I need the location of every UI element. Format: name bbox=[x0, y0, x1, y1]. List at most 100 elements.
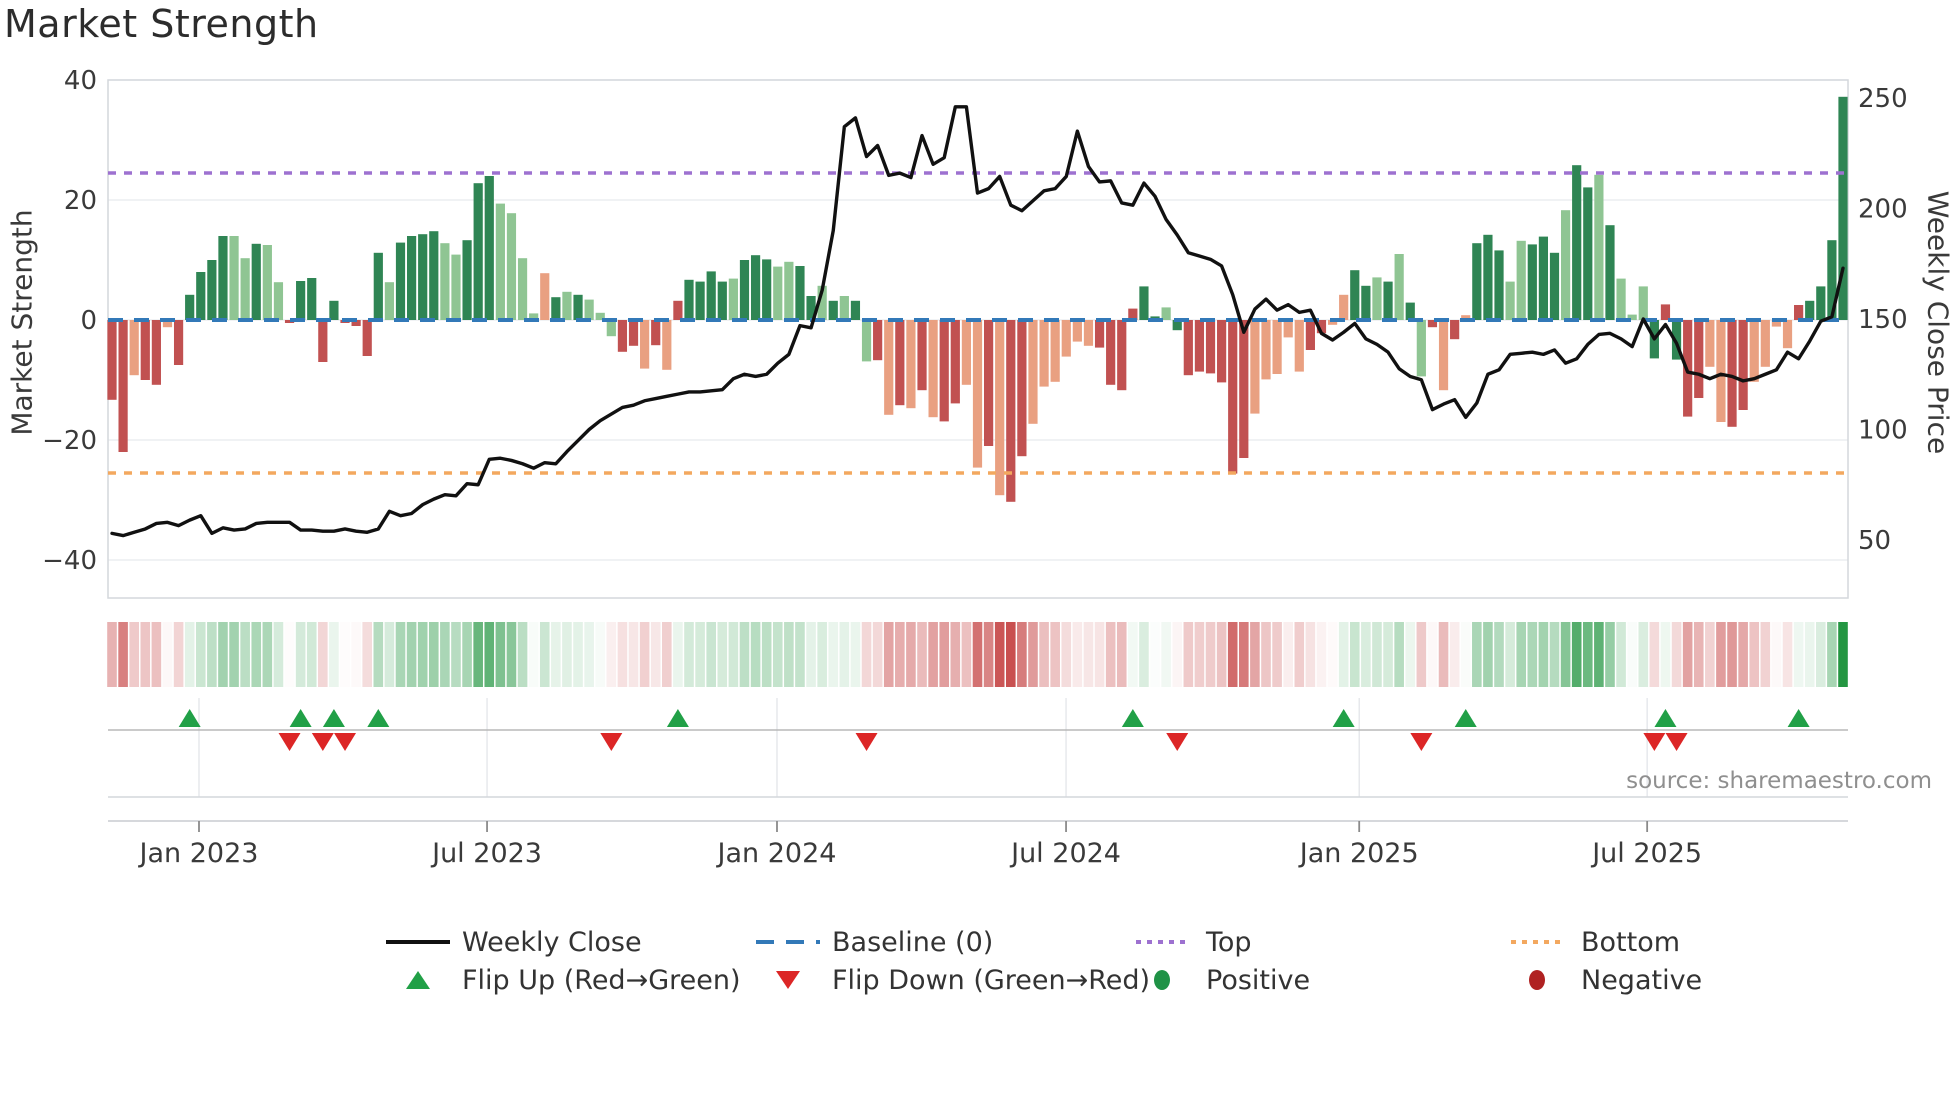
strength-bar bbox=[861, 320, 872, 362]
dot-purple-icon bbox=[1130, 931, 1194, 953]
legend-item-tri-up: Flip Up (Red→Green) bbox=[386, 963, 741, 997]
strength-bar bbox=[995, 320, 1005, 496]
heatmap-cell bbox=[218, 622, 228, 687]
strength-bar bbox=[773, 266, 783, 320]
heatmap-cell bbox=[473, 622, 483, 687]
strength-bar bbox=[1028, 320, 1038, 424]
strength-bar bbox=[1605, 225, 1615, 320]
heatmap-cell bbox=[395, 622, 406, 687]
line-black-icon bbox=[386, 931, 450, 953]
right-tick-label: 150 bbox=[1858, 305, 1908, 335]
strength-bar bbox=[617, 320, 628, 352]
heatmap-strip bbox=[107, 622, 1848, 687]
heatmap-cell bbox=[1449, 622, 1460, 687]
heatmap-cell bbox=[1072, 622, 1083, 687]
heatmap-cell bbox=[1671, 622, 1682, 687]
strength-bar bbox=[107, 320, 117, 400]
right-tick-label: 250 bbox=[1858, 84, 1908, 114]
heatmap-cell bbox=[861, 622, 872, 687]
strength-bar bbox=[1083, 320, 1094, 346]
right-axis-title: Weekly Close Price bbox=[1921, 190, 1955, 455]
strength-bar bbox=[540, 273, 550, 320]
heatmap-cell bbox=[506, 622, 517, 687]
heatmap-cell bbox=[495, 622, 506, 687]
flip-up-marker bbox=[178, 709, 201, 727]
strength-bar bbox=[1438, 320, 1449, 391]
x-tick-label: Jul 2025 bbox=[1590, 838, 1702, 869]
strength-bar bbox=[961, 320, 972, 385]
legend-label: Bottom bbox=[1581, 926, 1681, 958]
strength-bar bbox=[739, 260, 750, 320]
strength-bar bbox=[1106, 320, 1116, 385]
strength-bar bbox=[440, 243, 450, 320]
dash-blue-icon bbox=[756, 931, 820, 953]
strength-bar bbox=[1616, 278, 1626, 320]
strength-bar bbox=[473, 183, 483, 320]
heatmap-cell bbox=[1760, 622, 1771, 687]
heatmap-cell bbox=[1139, 622, 1149, 687]
strength-bar bbox=[307, 278, 317, 320]
strength-bar bbox=[1239, 320, 1249, 458]
heatmap-cell bbox=[1150, 622, 1160, 687]
heatmap-cell bbox=[1804, 622, 1815, 687]
heatmap-cell bbox=[1605, 622, 1615, 687]
strength-bar bbox=[1416, 320, 1426, 377]
strength-bar bbox=[1283, 320, 1293, 338]
flip-down-marker bbox=[855, 733, 878, 751]
heatmap-cell bbox=[1239, 622, 1249, 687]
strength-bar bbox=[1738, 320, 1748, 410]
tri-down-icon bbox=[756, 969, 820, 991]
strength-bar bbox=[495, 203, 505, 320]
strength-bar bbox=[140, 320, 150, 380]
heatmap-cell bbox=[1305, 622, 1316, 687]
strength-bar bbox=[562, 291, 572, 320]
heatmap-cell bbox=[1105, 622, 1116, 687]
heatmap-cell bbox=[1682, 622, 1693, 687]
strength-bar bbox=[296, 281, 306, 320]
legend-item-dash-blue: Baseline (0) bbox=[756, 925, 993, 959]
strength-bar bbox=[151, 320, 161, 385]
legend-item-dot-green: Positive bbox=[1130, 963, 1310, 997]
heatmap-cell bbox=[295, 622, 306, 687]
heatmap-cell bbox=[229, 622, 239, 687]
right-tick-label: 50 bbox=[1858, 526, 1891, 556]
heatmap-cell bbox=[839, 622, 850, 687]
strength-bar bbox=[1727, 320, 1737, 427]
heatmap-cell bbox=[1316, 622, 1327, 687]
strength-bar bbox=[251, 243, 261, 320]
strength-bar bbox=[1583, 187, 1593, 320]
right-tick-label: 100 bbox=[1858, 416, 1908, 446]
strength-bar bbox=[1572, 165, 1582, 320]
heatmap-cell bbox=[573, 622, 583, 687]
left-tick-label: −40 bbox=[42, 546, 97, 576]
heatmap-cell bbox=[895, 622, 905, 687]
heatmap-cell bbox=[340, 622, 350, 687]
strength-bar bbox=[662, 320, 672, 370]
heatmap-cell bbox=[129, 622, 139, 687]
heatmap-cell bbox=[673, 622, 683, 687]
strength-bar bbox=[939, 320, 949, 422]
heatmap-cell bbox=[1627, 622, 1637, 687]
strength-bar bbox=[795, 266, 805, 320]
heatmap-cell bbox=[662, 622, 672, 687]
heatmap-cell bbox=[1416, 622, 1427, 687]
heatmap-cell bbox=[706, 622, 716, 687]
heatmap-cell bbox=[151, 622, 162, 687]
heatmap-cell bbox=[1727, 622, 1737, 687]
left-tick-label: 20 bbox=[64, 186, 97, 216]
heatmap-cell bbox=[118, 622, 128, 687]
strength-bar bbox=[1483, 234, 1493, 320]
heatmap-cell bbox=[1494, 622, 1504, 687]
strength-bar bbox=[1350, 270, 1360, 320]
legend-item-dot-orange: Bottom bbox=[1505, 925, 1680, 959]
strength-bar bbox=[1760, 320, 1770, 367]
heatmap-cell bbox=[207, 622, 217, 687]
flip-down-marker bbox=[600, 733, 623, 751]
left-tick-label: −20 bbox=[42, 426, 97, 456]
strength-bar bbox=[1372, 277, 1382, 320]
strength-bar bbox=[1660, 304, 1671, 320]
source-credit: source: sharemaestro.com bbox=[1626, 768, 1932, 794]
strength-bar bbox=[928, 320, 938, 418]
heatmap-cell bbox=[1527, 622, 1538, 687]
heatmap-cell bbox=[1061, 622, 1072, 687]
